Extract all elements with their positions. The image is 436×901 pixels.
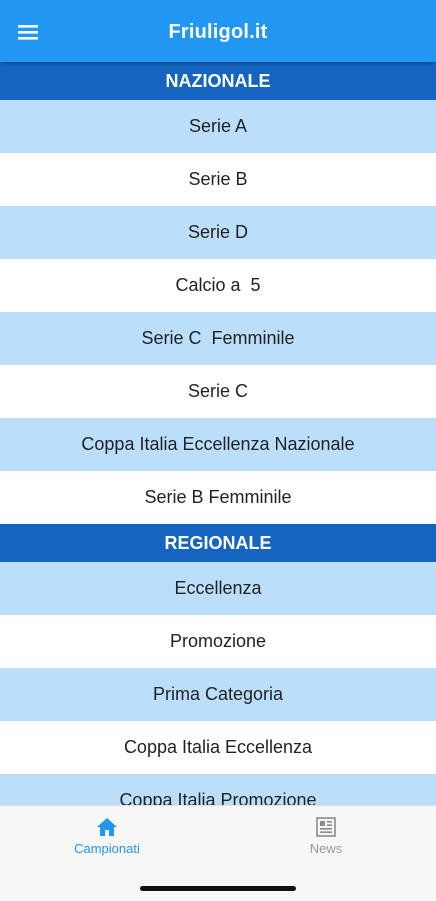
- list-item[interactable]: Promozione: [0, 615, 436, 668]
- home-indicator[interactable]: [140, 886, 296, 891]
- tab-label: News: [309, 841, 343, 856]
- championship-list[interactable]: NAZIONALE Serie A Serie B Serie D Calcio…: [0, 62, 436, 805]
- list-item[interactable]: Coppa Italia Eccellenza: [0, 721, 436, 774]
- tab-campionati[interactable]: Campionati: [52, 816, 162, 864]
- list-item[interactable]: Serie A: [0, 100, 436, 153]
- list-item[interactable]: Serie C Femminile: [0, 312, 436, 365]
- list-item[interactable]: Calcio a 5: [0, 259, 436, 312]
- list-item[interactable]: Serie B Femminile: [0, 471, 436, 524]
- tab-label: Campionati: [74, 841, 140, 856]
- tab-news[interactable]: News: [271, 816, 381, 864]
- list-item[interactable]: Serie D: [0, 206, 436, 259]
- app-bar: Friuligol.it: [0, 0, 436, 62]
- home-icon: [97, 818, 117, 836]
- list-item[interactable]: Prima Categoria: [0, 668, 436, 721]
- section-header-nazionale: NAZIONALE: [0, 62, 436, 100]
- newspaper-icon: [316, 817, 336, 837]
- section-header-regionale: REGIONALE: [0, 524, 436, 562]
- list-item[interactable]: Serie B: [0, 153, 436, 206]
- list-item[interactable]: Serie C: [0, 365, 436, 418]
- list-item[interactable]: Coppa Italia Eccellenza Nazionale: [0, 418, 436, 471]
- app-title: Friuligol.it: [168, 21, 268, 43]
- list-item[interactable]: Eccellenza: [0, 562, 436, 615]
- list-item[interactable]: Coppa Italia Promozione: [0, 774, 436, 805]
